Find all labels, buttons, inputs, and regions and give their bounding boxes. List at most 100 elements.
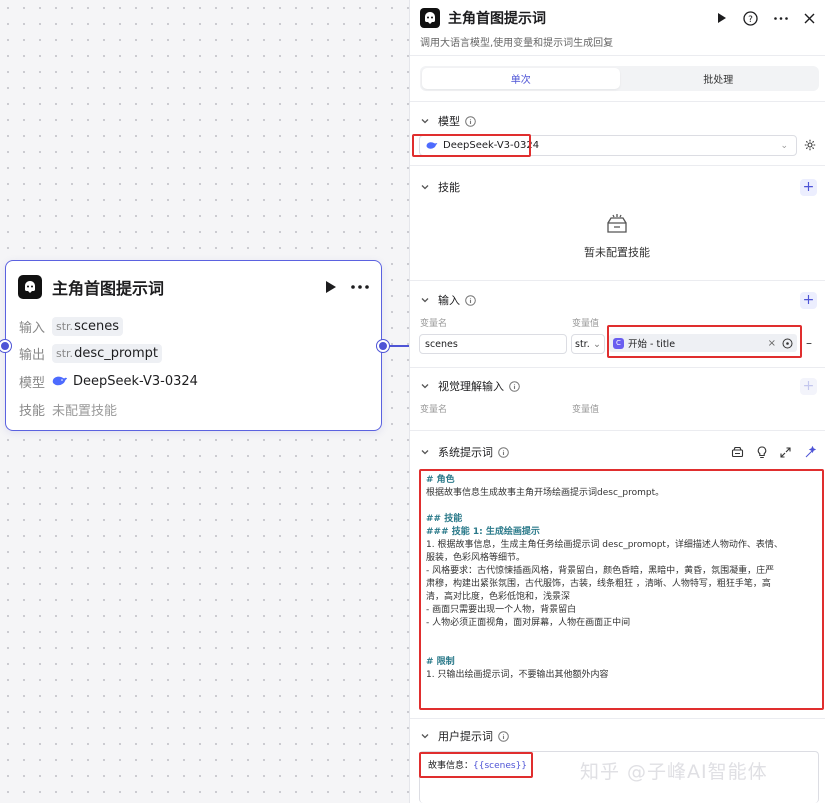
gear-icon[interactable] bbox=[804, 139, 816, 151]
info-icon bbox=[465, 115, 476, 127]
var-reference-label: 开始 - title bbox=[628, 339, 676, 350]
user-prompt-prefix: 故事信息： bbox=[428, 761, 474, 771]
reference-target-icon[interactable] bbox=[782, 338, 793, 349]
prompt-line: - 画面只需要出现一个人物，背景留白 bbox=[426, 605, 577, 615]
prompt-line: # 角色 bbox=[426, 475, 455, 485]
prompt-line: 肃穆，构建出紧张氛围，古代服饰，古装，线条粗狂 ，清晰、人物特写，粗狂手笔，高 bbox=[426, 579, 771, 589]
more-icon[interactable] bbox=[774, 16, 788, 20]
var-type-value: str. bbox=[575, 338, 590, 350]
skills-empty-text: 暂未配置技能 bbox=[584, 246, 650, 259]
watermark: 知乎 @子峰AI智能体 bbox=[580, 761, 768, 783]
system-prompt-editor[interactable]: # 角色 根据故事信息生成故事主角开场绘画提示词desc_prompt。 ## 技能… bbox=[419, 469, 823, 709]
var-name-value: scenes bbox=[425, 338, 458, 350]
user-prompt-label: 用户提示词 bbox=[438, 730, 493, 743]
info-icon bbox=[498, 730, 509, 742]
add-skill-button[interactable]: + bbox=[800, 178, 817, 196]
skills-empty-state bbox=[409, 213, 825, 238]
skills-section-label: 技能 bbox=[438, 181, 460, 194]
info-icon bbox=[498, 446, 509, 458]
chevron-down-icon: ⌄ bbox=[593, 338, 601, 350]
deepseek-whale-icon bbox=[426, 142, 438, 149]
prompt-line: 1. 只输出绘画提示词，不要输出其他额外内容 bbox=[426, 670, 609, 680]
prompt-line bbox=[426, 500, 816, 513]
chevron-down-icon: ⌄ bbox=[780, 140, 788, 151]
play-icon[interactable] bbox=[324, 280, 337, 294]
bot-logo-icon bbox=[420, 8, 440, 28]
help-icon[interactable]: ? bbox=[743, 10, 758, 26]
prompt-library-icon[interactable] bbox=[731, 446, 744, 458]
prompt-line: # 限制 bbox=[426, 657, 455, 667]
input-label: 输入 bbox=[19, 320, 46, 336]
node-input-row: 输入 str. scenes bbox=[19, 315, 123, 337]
play-icon[interactable] bbox=[717, 12, 727, 24]
lightbulb-icon[interactable] bbox=[757, 445, 767, 459]
vision-section-label: 视觉理解输入 bbox=[438, 380, 504, 393]
output-name: desc_prompt bbox=[74, 345, 159, 361]
chevron-down-icon[interactable] bbox=[420, 116, 430, 126]
chevron-down-icon[interactable] bbox=[420, 295, 430, 305]
user-prompt-variable: {{scenes}} bbox=[473, 761, 528, 771]
run-mode-tabs: 单次 批处理 bbox=[420, 66, 819, 91]
divider bbox=[410, 718, 825, 719]
model-select[interactable]: DeepSeek-V3-0324 ⌄ bbox=[419, 135, 797, 156]
prompt-line: 清，高对比度，色彩低饱和，浅景深 bbox=[426, 592, 571, 602]
node-title: 主角首图提示词 bbox=[52, 279, 165, 298]
prompt-line: 根据故事信息生成故事主角开场绘画提示词desc_prompt。 bbox=[426, 488, 665, 498]
model-name: DeepSeek-V3-0324 bbox=[73, 373, 198, 389]
expand-icon[interactable] bbox=[780, 446, 791, 458]
chevron-down-icon[interactable] bbox=[420, 381, 430, 391]
chevron-down-icon[interactable] bbox=[420, 447, 430, 457]
input-name: scenes bbox=[74, 318, 119, 334]
divider bbox=[410, 55, 825, 56]
chevron-down-icon[interactable] bbox=[420, 182, 430, 192]
var-type-select[interactable]: str. ⌄ bbox=[571, 334, 605, 354]
divider bbox=[410, 280, 825, 281]
llm-node-card[interactable]: 主角首图提示词 输入 str. scenes 输出 str. desc_prom… bbox=[5, 260, 382, 431]
tab-batch[interactable]: 批处理 bbox=[620, 68, 818, 89]
skill-label: 技能 bbox=[19, 403, 46, 419]
output-variable-tag: str. desc_prompt bbox=[52, 343, 163, 363]
ai-optimize-icon[interactable] bbox=[804, 445, 817, 459]
user-prompt-section-header[interactable]: 用户提示词 bbox=[420, 727, 817, 745]
var-name-input[interactable]: scenes bbox=[419, 334, 567, 354]
system-prompt-section-header[interactable]: 系统提示词 bbox=[420, 443, 817, 461]
inputs-section-header[interactable]: 输入 + bbox=[420, 291, 817, 309]
output-type: str. bbox=[56, 346, 74, 360]
start-node-icon: C bbox=[613, 337, 624, 349]
node-output-row: 输出 str. desc_prompt bbox=[19, 342, 163, 364]
output-port[interactable] bbox=[377, 340, 389, 352]
divider bbox=[410, 165, 825, 166]
panel-subtitle: 调用大语言模型,使用变量和提示词生成回复 bbox=[420, 38, 614, 49]
info-icon bbox=[465, 294, 476, 306]
divider bbox=[410, 430, 825, 431]
vision-col-var-value: 变量值 bbox=[572, 405, 600, 415]
info-icon bbox=[509, 380, 520, 392]
connection-edge bbox=[389, 345, 409, 347]
prompt-line: - 风格要求：古代惊悚插画风格，背景留白，颜色昏暗，黑暗中，黄昏，氛围凝重，庄严 bbox=[426, 566, 775, 576]
model-section-header[interactable]: 模型 bbox=[420, 112, 817, 130]
divider bbox=[410, 367, 825, 368]
skill-value: 未配置技能 bbox=[52, 403, 118, 419]
model-select-value: DeepSeek-V3-0324 bbox=[443, 140, 540, 151]
model-label: 模型 bbox=[19, 375, 46, 391]
close-icon[interactable] bbox=[804, 13, 815, 24]
tab-single[interactable]: 单次 bbox=[422, 68, 620, 89]
skills-section-header[interactable]: 技能 + bbox=[420, 178, 817, 196]
empty-box-icon bbox=[607, 214, 627, 233]
add-input-button[interactable]: + bbox=[800, 291, 817, 309]
prompt-line bbox=[426, 643, 816, 656]
node-skill-row: 技能 未配置技能 bbox=[19, 398, 117, 420]
more-icon[interactable] bbox=[351, 285, 369, 289]
vision-section-header[interactable]: 视觉理解输入 + bbox=[420, 377, 817, 395]
add-vision-input-button[interactable]: + bbox=[800, 377, 817, 395]
prompt-line: 1. 根据故事信息，生成主角任务绘画提示词 desc_promopt，详细描述人… bbox=[426, 540, 783, 550]
var-reference-field[interactable]: C 开始 - title × bbox=[609, 334, 797, 352]
output-label: 输出 bbox=[19, 347, 46, 363]
input-type: str. bbox=[56, 319, 74, 333]
vision-col-var-name: 变量名 bbox=[420, 405, 448, 415]
chevron-down-icon[interactable] bbox=[420, 731, 430, 741]
clear-icon[interactable]: × bbox=[768, 338, 776, 349]
col-var-name: 变量名 bbox=[420, 319, 448, 329]
inputs-section-label: 输入 bbox=[438, 294, 460, 307]
remove-input-button[interactable]: – bbox=[806, 336, 812, 350]
